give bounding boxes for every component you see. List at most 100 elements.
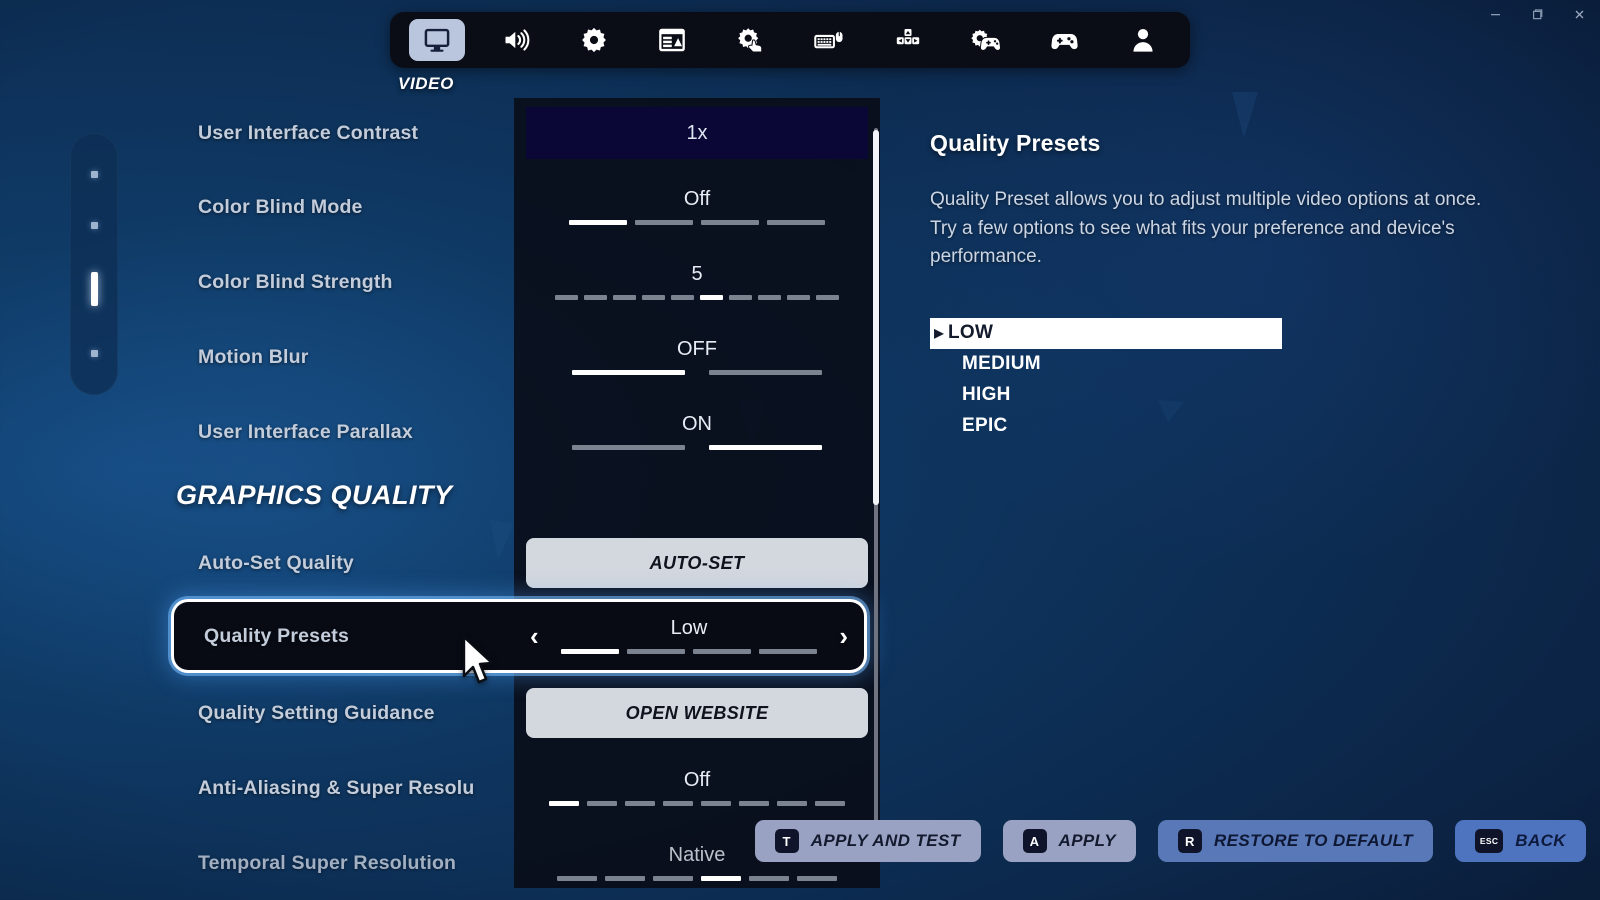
left-nav-rail[interactable] [70, 133, 118, 395]
segment[interactable] [787, 295, 810, 300]
preset-option-high[interactable]: ▶ HIGH [930, 380, 1282, 411]
tab-keyboard-mouse[interactable] [801, 19, 857, 61]
segment[interactable] [759, 649, 817, 654]
auto-set-button[interactable]: AUTO-SET [526, 538, 868, 588]
segment[interactable] [709, 445, 822, 450]
setting-control[interactable]: ON [514, 397, 880, 467]
segment[interactable] [584, 295, 607, 300]
setting-control[interactable]: 5 [514, 247, 880, 317]
setting-row-motion-blur[interactable]: Motion Blur OFF [168, 322, 880, 392]
back-button[interactable]: ESC BACK [1454, 820, 1586, 862]
contrast-value-field[interactable]: 1x [526, 107, 868, 159]
segment[interactable] [701, 801, 731, 806]
tab-accessibility[interactable] [723, 19, 779, 61]
segment[interactable] [701, 220, 759, 225]
setting-row-quality-setting-guidance[interactable]: Quality Setting Guidance OPEN WEBSITE [168, 678, 880, 748]
setting-row-user-interface-contrast[interactable]: User Interface Contrast 1x [168, 98, 880, 168]
segment[interactable] [767, 220, 825, 225]
rail-indicator-1[interactable] [90, 170, 98, 178]
setting-value: Off [683, 769, 711, 791]
segment[interactable] [635, 220, 693, 225]
segment[interactable] [561, 649, 619, 654]
segment-indicator[interactable] [555, 295, 839, 300]
rail-indicator-4[interactable] [90, 350, 98, 358]
tab-controller-options[interactable] [958, 19, 1014, 61]
segment[interactable] [671, 295, 694, 300]
button-label: APPLY AND TEST [810, 831, 961, 850]
setting-control[interactable]: OPEN WEBSITE [514, 678, 880, 748]
tab-video[interactable] [409, 19, 466, 61]
settings-scrollbar-thumb[interactable] [873, 130, 879, 505]
segment[interactable] [627, 649, 685, 654]
segment[interactable] [653, 876, 693, 881]
segment[interactable] [663, 801, 693, 806]
tab-account[interactable] [1115, 19, 1171, 61]
preset-option-epic[interactable]: ▶ EPIC [930, 411, 1282, 442]
maximize-icon[interactable] [1516, 1, 1558, 27]
segment[interactable] [815, 801, 845, 806]
preset-option-medium[interactable]: ▶ MEDIUM [930, 349, 1282, 380]
segment[interactable] [701, 876, 741, 881]
settings-tab-bar [390, 12, 1190, 68]
preset-label: MEDIUM [962, 353, 1041, 374]
segment[interactable] [797, 876, 837, 881]
segment[interactable] [700, 295, 723, 300]
segment-indicator[interactable] [572, 370, 822, 375]
rail-indicator-2[interactable] [90, 221, 98, 229]
rail-indicator-3-active[interactable] [90, 272, 98, 307]
segment[interactable] [693, 649, 751, 654]
setting-row-quality-presets[interactable]: Quality Presets ‹ Low › [174, 602, 864, 670]
segment[interactable] [749, 876, 789, 881]
segment[interactable] [625, 801, 655, 806]
segment[interactable] [572, 370, 685, 375]
setting-control[interactable]: OFF [514, 322, 880, 392]
restore-to-default-button[interactable]: R RESTORE TO DEFAULT [1157, 820, 1433, 862]
minimize-icon[interactable] [1474, 1, 1516, 27]
segment[interactable] [613, 295, 636, 300]
tab-hud-layout[interactable] [644, 19, 700, 61]
setting-control[interactable]: Off [514, 753, 880, 823]
segment[interactable] [587, 801, 617, 806]
tab-audio[interactable] [488, 19, 544, 61]
segment[interactable] [569, 220, 627, 225]
apply-and-test-button[interactable]: T APPLY AND TEST [754, 820, 981, 862]
segment[interactable] [557, 876, 597, 881]
setting-control[interactable]: AUTO-SET [514, 528, 880, 598]
segment[interactable] [816, 295, 839, 300]
info-panel-description: Quality Preset allows you to adjust mult… [930, 189, 1482, 267]
preset-label: LOW [948, 322, 994, 343]
setting-row-color-blind-mode[interactable]: Color Blind Mode Off [168, 172, 880, 242]
segment-indicator[interactable] [557, 876, 837, 881]
segment-indicator[interactable] [569, 220, 825, 225]
segment[interactable] [709, 370, 822, 375]
setting-row-color-blind-strength[interactable]: Color Blind Strength 5 [168, 247, 880, 317]
setting-row-user-interface-parallax[interactable]: User Interface Parallax ON [168, 397, 880, 467]
segment[interactable] [758, 295, 781, 300]
close-icon[interactable] [1558, 1, 1600, 27]
tab-controller[interactable] [1036, 19, 1092, 61]
segment[interactable] [549, 801, 579, 806]
segment-indicator[interactable] [549, 801, 845, 806]
tab-game[interactable] [566, 19, 622, 61]
setting-row-anti-aliasing[interactable]: Anti-Aliasing & Super Resolu Off [168, 753, 880, 823]
segment[interactable] [739, 801, 769, 806]
segment[interactable] [572, 445, 685, 450]
tab-wasd-keys[interactable] [880, 19, 936, 61]
setting-control[interactable]: 1x [514, 98, 880, 168]
setting-row-auto-set-quality[interactable]: Auto-Set Quality AUTO-SET [168, 528, 880, 598]
segment[interactable] [729, 295, 752, 300]
apply-button[interactable]: A APPLY [1002, 820, 1136, 862]
previous-preset-arrow-icon[interactable]: ‹ [530, 623, 539, 649]
setting-control[interactable]: ‹ Low › [514, 602, 864, 670]
segment[interactable] [642, 295, 665, 300]
segment[interactable] [605, 876, 645, 881]
setting-control[interactable]: Off [514, 172, 880, 242]
preset-option-low[interactable]: ▶ LOW [930, 317, 1282, 349]
next-preset-arrow-icon[interactable]: › [839, 623, 848, 649]
setting-value: ON [682, 413, 712, 435]
open-website-button[interactable]: OPEN WEBSITE [526, 688, 868, 738]
segment[interactable] [777, 801, 807, 806]
segment[interactable] [555, 295, 578, 300]
segment-indicator[interactable] [572, 445, 822, 450]
segment-indicator[interactable] [561, 649, 817, 654]
